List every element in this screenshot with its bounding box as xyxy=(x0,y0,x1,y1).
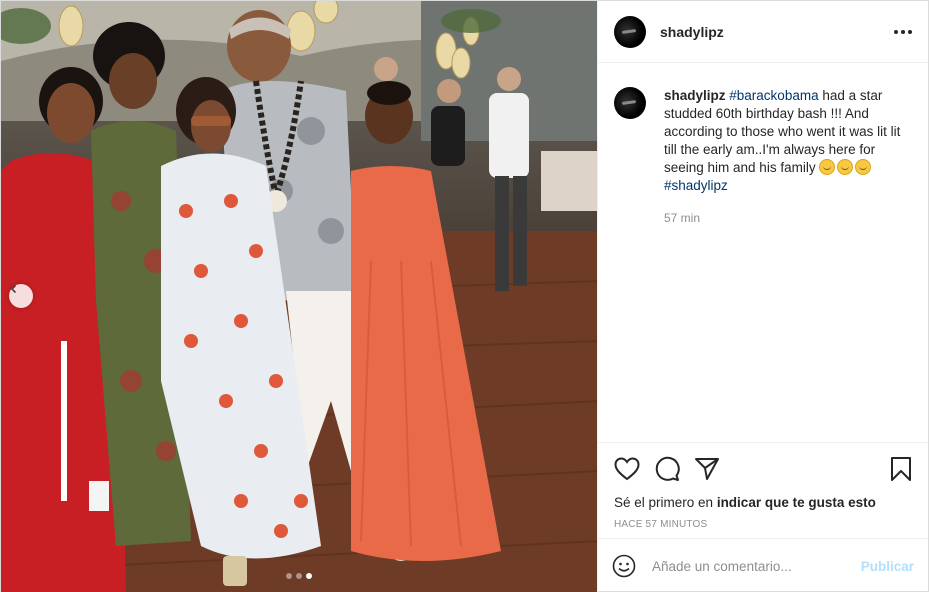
comments-area: shadylipz #barackobama had a star studde… xyxy=(598,63,928,442)
emoji-group xyxy=(819,159,873,175)
heart-icon[interactable] xyxy=(614,457,640,481)
publish-button[interactable]: Publicar xyxy=(861,559,914,574)
carousel-dot xyxy=(296,573,302,579)
hashtag-link[interactable]: #shadylipz xyxy=(664,178,728,193)
carousel-prev-button[interactable] xyxy=(9,284,33,308)
post-photo[interactable] xyxy=(1,1,597,592)
smile-emoji-icon xyxy=(855,159,872,175)
likes-link[interactable]: indicar que te gusta esto xyxy=(717,495,876,510)
party-photo-illustration xyxy=(1,1,597,592)
avatar[interactable] xyxy=(614,15,646,48)
carousel-dot xyxy=(286,573,292,579)
emoji-picker-icon[interactable] xyxy=(612,554,636,578)
post-header: shadylipz xyxy=(598,1,928,63)
share-icon[interactable] xyxy=(694,457,720,481)
likes-line: Sé el primero en indicar que te gusta es… xyxy=(614,495,912,510)
chevron-left-icon xyxy=(10,284,17,294)
post-actions: Sé el primero en indicar que te gusta es… xyxy=(598,442,928,538)
smile-emoji-icon xyxy=(837,159,854,175)
comment-input[interactable] xyxy=(652,558,861,574)
post-side-panel: shadylipz shadylipz #barackobama had a s… xyxy=(597,1,928,592)
hashtag-link[interactable]: #barackobama xyxy=(729,88,818,103)
carousel-dot-active xyxy=(306,573,312,579)
caption-avatar[interactable] xyxy=(614,87,646,119)
bookmark-icon[interactable] xyxy=(890,456,912,482)
action-icons xyxy=(614,455,912,483)
carousel-indicator xyxy=(1,573,597,579)
caption-text: shadylipz #barackobama had a star studde… xyxy=(664,87,904,227)
likes-prefix: Sé el primero en xyxy=(614,495,717,510)
instagram-post: shadylipz shadylipz #barackobama had a s… xyxy=(0,0,929,592)
comment-icon[interactable] xyxy=(654,456,680,482)
posted-timestamp[interactable]: HACE 57 MINUTOS xyxy=(614,519,912,530)
caption: shadylipz #barackobama had a star studde… xyxy=(614,87,912,227)
caption-username[interactable]: shadylipz xyxy=(664,88,726,103)
smile-emoji-icon xyxy=(819,159,836,175)
more-options-icon[interactable] xyxy=(894,29,912,34)
username-link[interactable]: shadylipz xyxy=(660,24,724,40)
add-comment-bar: Publicar xyxy=(598,538,928,592)
caption-time[interactable]: 57 min xyxy=(664,209,904,227)
